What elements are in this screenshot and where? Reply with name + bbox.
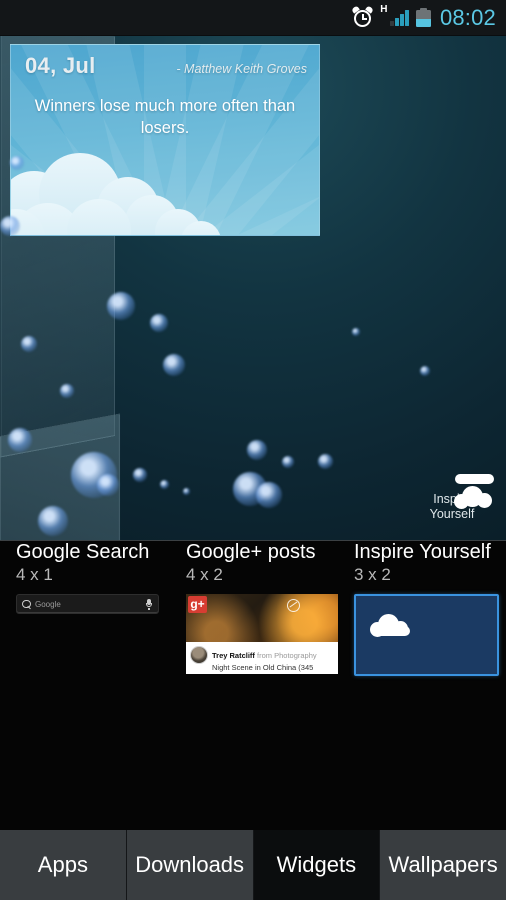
bokeh-orb — [183, 488, 190, 495]
post-author-suffix: from Photography — [257, 651, 317, 660]
android-widget-picker-screen: H 08:02 The Calendar Sat, Ju Cam 0 — [0, 0, 506, 900]
battery-icon — [415, 8, 431, 27]
quote-author: - Matthew Keith Groves — [176, 62, 307, 76]
search-placeholder: Google — [35, 599, 61, 609]
bokeh-orb — [352, 328, 360, 336]
bokeh-orb — [163, 354, 185, 376]
status-bar-clock: 08:02 — [439, 4, 496, 30]
bokeh-orb — [282, 456, 294, 468]
inspire-yourself-widget-preview[interactable] — [354, 594, 499, 676]
bokeh-orb — [420, 366, 430, 376]
google-search-widget-preview[interactable]: Google — [16, 594, 159, 614]
widget-title: Google+ posts — [186, 541, 316, 563]
camera-badge-icon — [287, 599, 300, 612]
bokeh-orb — [233, 472, 267, 506]
widget-item-google-plus-posts[interactable]: Google+ posts 4 x 2 g+ Trey Ratcliff fro… — [186, 541, 351, 831]
alarm-clock-icon — [351, 5, 375, 28]
quote-widget-preview[interactable]: 04, Jul - Matthew Keith Groves Winners l… — [10, 44, 320, 236]
cloud-icon — [368, 614, 414, 638]
google-plus-icon: g+ — [188, 596, 207, 613]
branding-line-2: Yourself — [429, 507, 475, 521]
avatar — [190, 646, 208, 664]
bokeh-orb — [160, 480, 169, 489]
widget-title: Inspire Yourself — [354, 541, 491, 563]
google-plus-widget-preview[interactable]: g+ Trey Ratcliff from Photography Night … — [186, 594, 338, 674]
bokeh-orb — [150, 314, 168, 332]
widget-item-inspire-yourself[interactable]: Inspire Yourself 3 x 2 — [354, 541, 506, 831]
post-photo: g+ — [186, 594, 338, 646]
microphone-icon — [145, 598, 153, 610]
widget-size: 3 x 2 — [354, 565, 391, 584]
tab-wallpapers[interactable]: Wallpapers — [380, 830, 506, 900]
widget-size: 4 x 2 — [186, 565, 223, 584]
tab-downloads[interactable]: Downloads — [126, 830, 254, 900]
status-bar: H 08:02 — [0, 0, 506, 36]
network-type-label: H — [380, 4, 388, 15]
tab-widgets[interactable]: Widgets — [253, 830, 381, 900]
homescreen-preview-area[interactable]: The Calendar Sat, Ju Cam 08:00 Almo 13:0… — [0, 36, 506, 540]
post-meta: Trey Ratcliff from Photography Night Sce… — [186, 642, 338, 674]
widget-item-google-search[interactable]: Google Search 4 x 1 Google — [16, 541, 176, 831]
bokeh-orb — [133, 468, 147, 482]
tab-apps[interactable]: Apps — [0, 830, 127, 900]
quote-text: Winners lose much more often than losers… — [34, 97, 296, 137]
widget-size: 4 x 1 — [16, 565, 53, 584]
signal-bars-icon — [390, 9, 409, 26]
search-icon — [22, 599, 31, 609]
homescreen-page-next[interactable]: The Calendar Sat, Ju Cam 08:00 Almo 13:0… — [0, 413, 120, 540]
bokeh-orb — [256, 482, 282, 508]
bokeh-orb — [247, 440, 267, 460]
widget-title: Google Search — [16, 541, 150, 563]
bottom-tab-bar: Apps Downloads Widgets Wallpapers — [0, 830, 506, 900]
quote-date: 04, Jul — [25, 53, 96, 78]
inspire-yourself-branding: Inspire Yourself — [416, 474, 494, 522]
cloud-illustration — [11, 125, 235, 235]
post-text: Night Scene in Old China (345 second exp… — [212, 663, 314, 674]
widget-tray: Google Search 4 x 1 Google Google+ posts… — [0, 540, 506, 830]
bokeh-orb — [318, 454, 333, 469]
post-author: Trey Ratcliff — [212, 651, 255, 660]
